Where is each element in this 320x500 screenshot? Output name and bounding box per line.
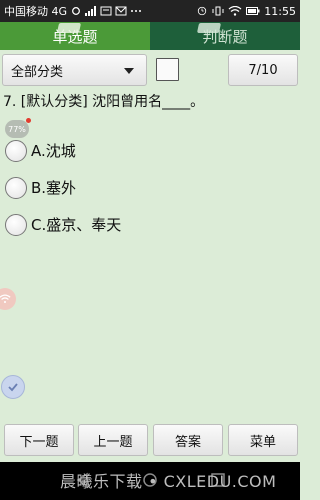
watermark-text: 晨曦乐下载 • CXLEDU.COM bbox=[60, 472, 277, 491]
bookmark-checkbox[interactable] bbox=[156, 58, 179, 81]
option-label: B.塞外 bbox=[31, 179, 77, 197]
carrier-text: 中国移动 4G bbox=[4, 5, 68, 18]
category-selected-value: 全部分类 bbox=[11, 64, 64, 80]
wifi-icon bbox=[228, 6, 242, 16]
vibrate-icon bbox=[212, 6, 224, 16]
radio-button[interactable] bbox=[5, 176, 27, 199]
button-label: 上一题 bbox=[93, 434, 133, 450]
status-bar: 中国移动 4G 11:55 bbox=[0, 0, 300, 22]
clock-text: 11:55 bbox=[264, 4, 296, 18]
book-icon bbox=[196, 23, 222, 33]
tab-true-false[interactable]: 判断题 bbox=[150, 22, 300, 50]
option-label: C.盛京、奉天 bbox=[31, 216, 122, 234]
radio-button[interactable] bbox=[5, 139, 27, 162]
option-b[interactable]: B.塞外 bbox=[5, 169, 295, 206]
category-dropdown[interactable]: 全部分类 bbox=[2, 54, 147, 86]
option-label: A.沈城 bbox=[31, 142, 76, 160]
wifi-icon bbox=[0, 294, 11, 304]
tab-single-choice[interactable]: 单选题 bbox=[0, 22, 150, 50]
radio-button[interactable] bbox=[5, 213, 27, 236]
system-nav-bar: 晨曦乐下载 • CXLEDU.COM bbox=[0, 462, 300, 500]
question-type-tabs: 单选题 判断题 bbox=[0, 22, 300, 50]
option-c[interactable]: C.盛京、奉天 bbox=[5, 206, 295, 243]
check-icon bbox=[8, 383, 18, 392]
meter-text: 77% bbox=[8, 124, 26, 134]
floating-wifi-widget[interactable] bbox=[0, 288, 16, 310]
floating-assistant-ball[interactable] bbox=[1, 375, 25, 399]
answer-options: A.沈城 B.塞外 C.盛京、奉天 bbox=[5, 132, 295, 243]
battery-icon bbox=[246, 7, 260, 15]
button-label: 答案 bbox=[174, 434, 201, 450]
button-label: 下一题 bbox=[19, 434, 59, 450]
book-icon bbox=[56, 23, 82, 33]
alarm-icon bbox=[198, 6, 207, 16]
option-a[interactable]: A.沈城 bbox=[5, 132, 295, 169]
signal-icon bbox=[85, 6, 97, 16]
notification-icon bbox=[100, 6, 112, 16]
question-progress-button[interactable]: 7/10 bbox=[228, 54, 298, 86]
button-label: 菜单 bbox=[249, 434, 276, 450]
menu-button[interactable]: 菜单 bbox=[228, 424, 298, 456]
floating-meter-widget[interactable]: 77% bbox=[5, 120, 29, 138]
chevron-down-icon bbox=[124, 68, 134, 74]
answer-button[interactable]: 答案 bbox=[153, 424, 223, 456]
progress-text: 7/10 bbox=[248, 62, 278, 78]
sync-icon bbox=[72, 7, 80, 15]
previous-question-button[interactable]: 上一题 bbox=[78, 424, 148, 456]
question-text: 7. [默认分类] 沈阳曾用名____。 bbox=[3, 94, 205, 110]
notification-dot bbox=[26, 118, 31, 123]
bottom-button-bar: 下一题 上一题 答案 菜单 bbox=[0, 424, 300, 456]
mail-icon bbox=[115, 6, 127, 16]
toolbar: 全部分类 7/10 bbox=[0, 50, 300, 90]
next-question-button[interactable]: 下一题 bbox=[4, 424, 74, 456]
more-icon bbox=[131, 10, 142, 12]
